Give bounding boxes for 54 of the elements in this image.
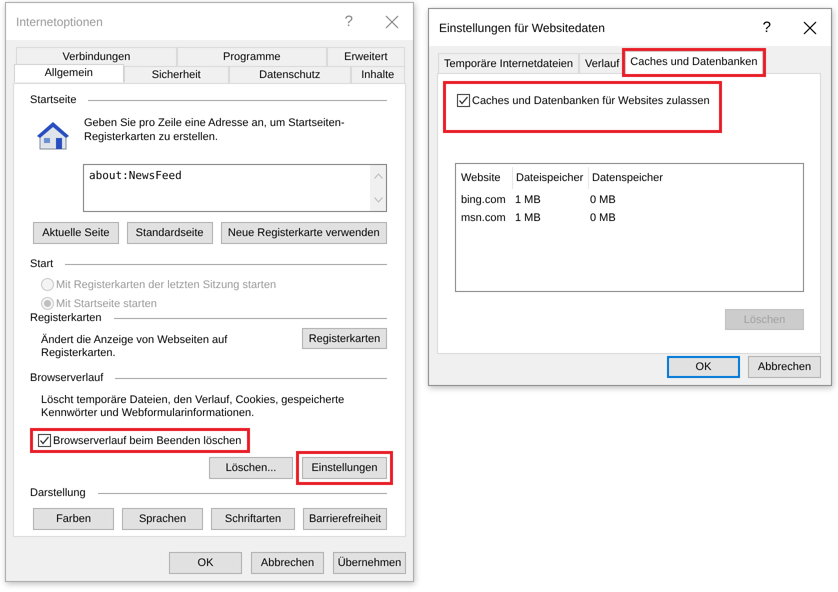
column-header[interactable]: Dateispeicher	[513, 167, 589, 189]
settings-button[interactable]: Einstellungen	[302, 457, 387, 479]
scroll-down-icon	[374, 197, 382, 203]
address-field[interactable]: about:NewsFeed	[83, 164, 387, 212]
description-text: Geben Sie pro Zeile eine Adresse an, um Startseiten-Registerkarten zu erstellen.	[84, 116, 346, 144]
section-heading: Browserverlauf	[30, 372, 104, 384]
checkbox-label[interactable]: Browserverlauf beim Beenden löschen	[53, 434, 242, 446]
tab[interactable]: Verbindungen	[16, 47, 177, 66]
dialog-button[interactable]: OK	[667, 356, 740, 378]
appearance-button[interactable]: Schriftarten	[211, 508, 296, 530]
field-value: about:NewsFeed	[88, 168, 183, 184]
scroll-up-icon	[374, 173, 382, 179]
checkbox[interactable]	[457, 94, 470, 107]
section-heading: Startseite	[30, 94, 76, 106]
close-icon[interactable]	[803, 20, 817, 34]
delete-button[interactable]: Löschen...	[209, 457, 293, 479]
checkbox[interactable]	[38, 434, 51, 447]
section-heading: Darstellung	[30, 487, 86, 499]
table-cell-text: 0 MB	[589, 212, 617, 224]
column-header[interactable]: Datenspeicher	[589, 167, 795, 189]
section-heading: Start	[30, 258, 54, 270]
description-text: Löscht temporäre Dateien, den Verlauf, Cookies, gespeicherte Kennwörter und Webformularinformationen.	[41, 394, 346, 420]
checkbox-label[interactable]: Caches und Datenbanken für Websites zulassen	[472, 94, 710, 106]
dialog-button[interactable]: Abbrechen	[748, 356, 821, 378]
tab[interactable]: Programme	[176, 47, 327, 66]
tab[interactable]: Datenschutz	[229, 66, 350, 84]
tab[interactable]: Erweitert	[326, 47, 405, 66]
tab[interactable]: Sicherheit	[124, 66, 229, 84]
section-heading: Registerkarten	[30, 312, 102, 324]
page-button[interactable]: Aktuelle Seite	[33, 222, 119, 244]
table-cell-text: 0 MB	[589, 194, 617, 206]
dialog-button[interactable]: Abbrechen	[251, 552, 324, 574]
table-cell-text: 1 MB	[514, 194, 542, 206]
appearance-button[interactable]: Sprachen	[122, 508, 204, 530]
tab[interactable]: Allgemein	[14, 64, 124, 82]
tabs-button[interactable]: Registerkarten	[302, 328, 387, 349]
appearance-button[interactable]: Farben	[33, 508, 114, 530]
help-button[interactable]: ?	[762, 19, 771, 36]
table-cell-text: bing.com	[460, 194, 507, 206]
description-text: Ändert die Anzeige von Webseiten auf Registerkarten.	[41, 334, 228, 360]
help-button[interactable]: ?	[344, 13, 353, 30]
dialog-button[interactable]: OK	[169, 552, 242, 574]
house-icon	[36, 120, 70, 152]
column-header[interactable]: Website	[458, 167, 513, 189]
window-title: Internetoptionen	[16, 14, 103, 28]
appearance-button[interactable]: Barrierefreiheit	[303, 508, 387, 530]
dialog-button[interactable]: Übernehmen	[333, 552, 406, 574]
table-cell-text: 1 MB	[514, 212, 542, 224]
table-cell-text: msn.com	[460, 212, 507, 224]
page-button[interactable]: Neue Registerkarte verwenden	[220, 222, 387, 244]
page-button[interactable]: Standardseite	[126, 222, 212, 244]
tab[interactable]: Temporäre Internetdateien	[438, 53, 580, 74]
window-title: Einstellungen für Websitedaten	[439, 20, 605, 34]
tab[interactable]: Inhalte	[350, 66, 406, 84]
